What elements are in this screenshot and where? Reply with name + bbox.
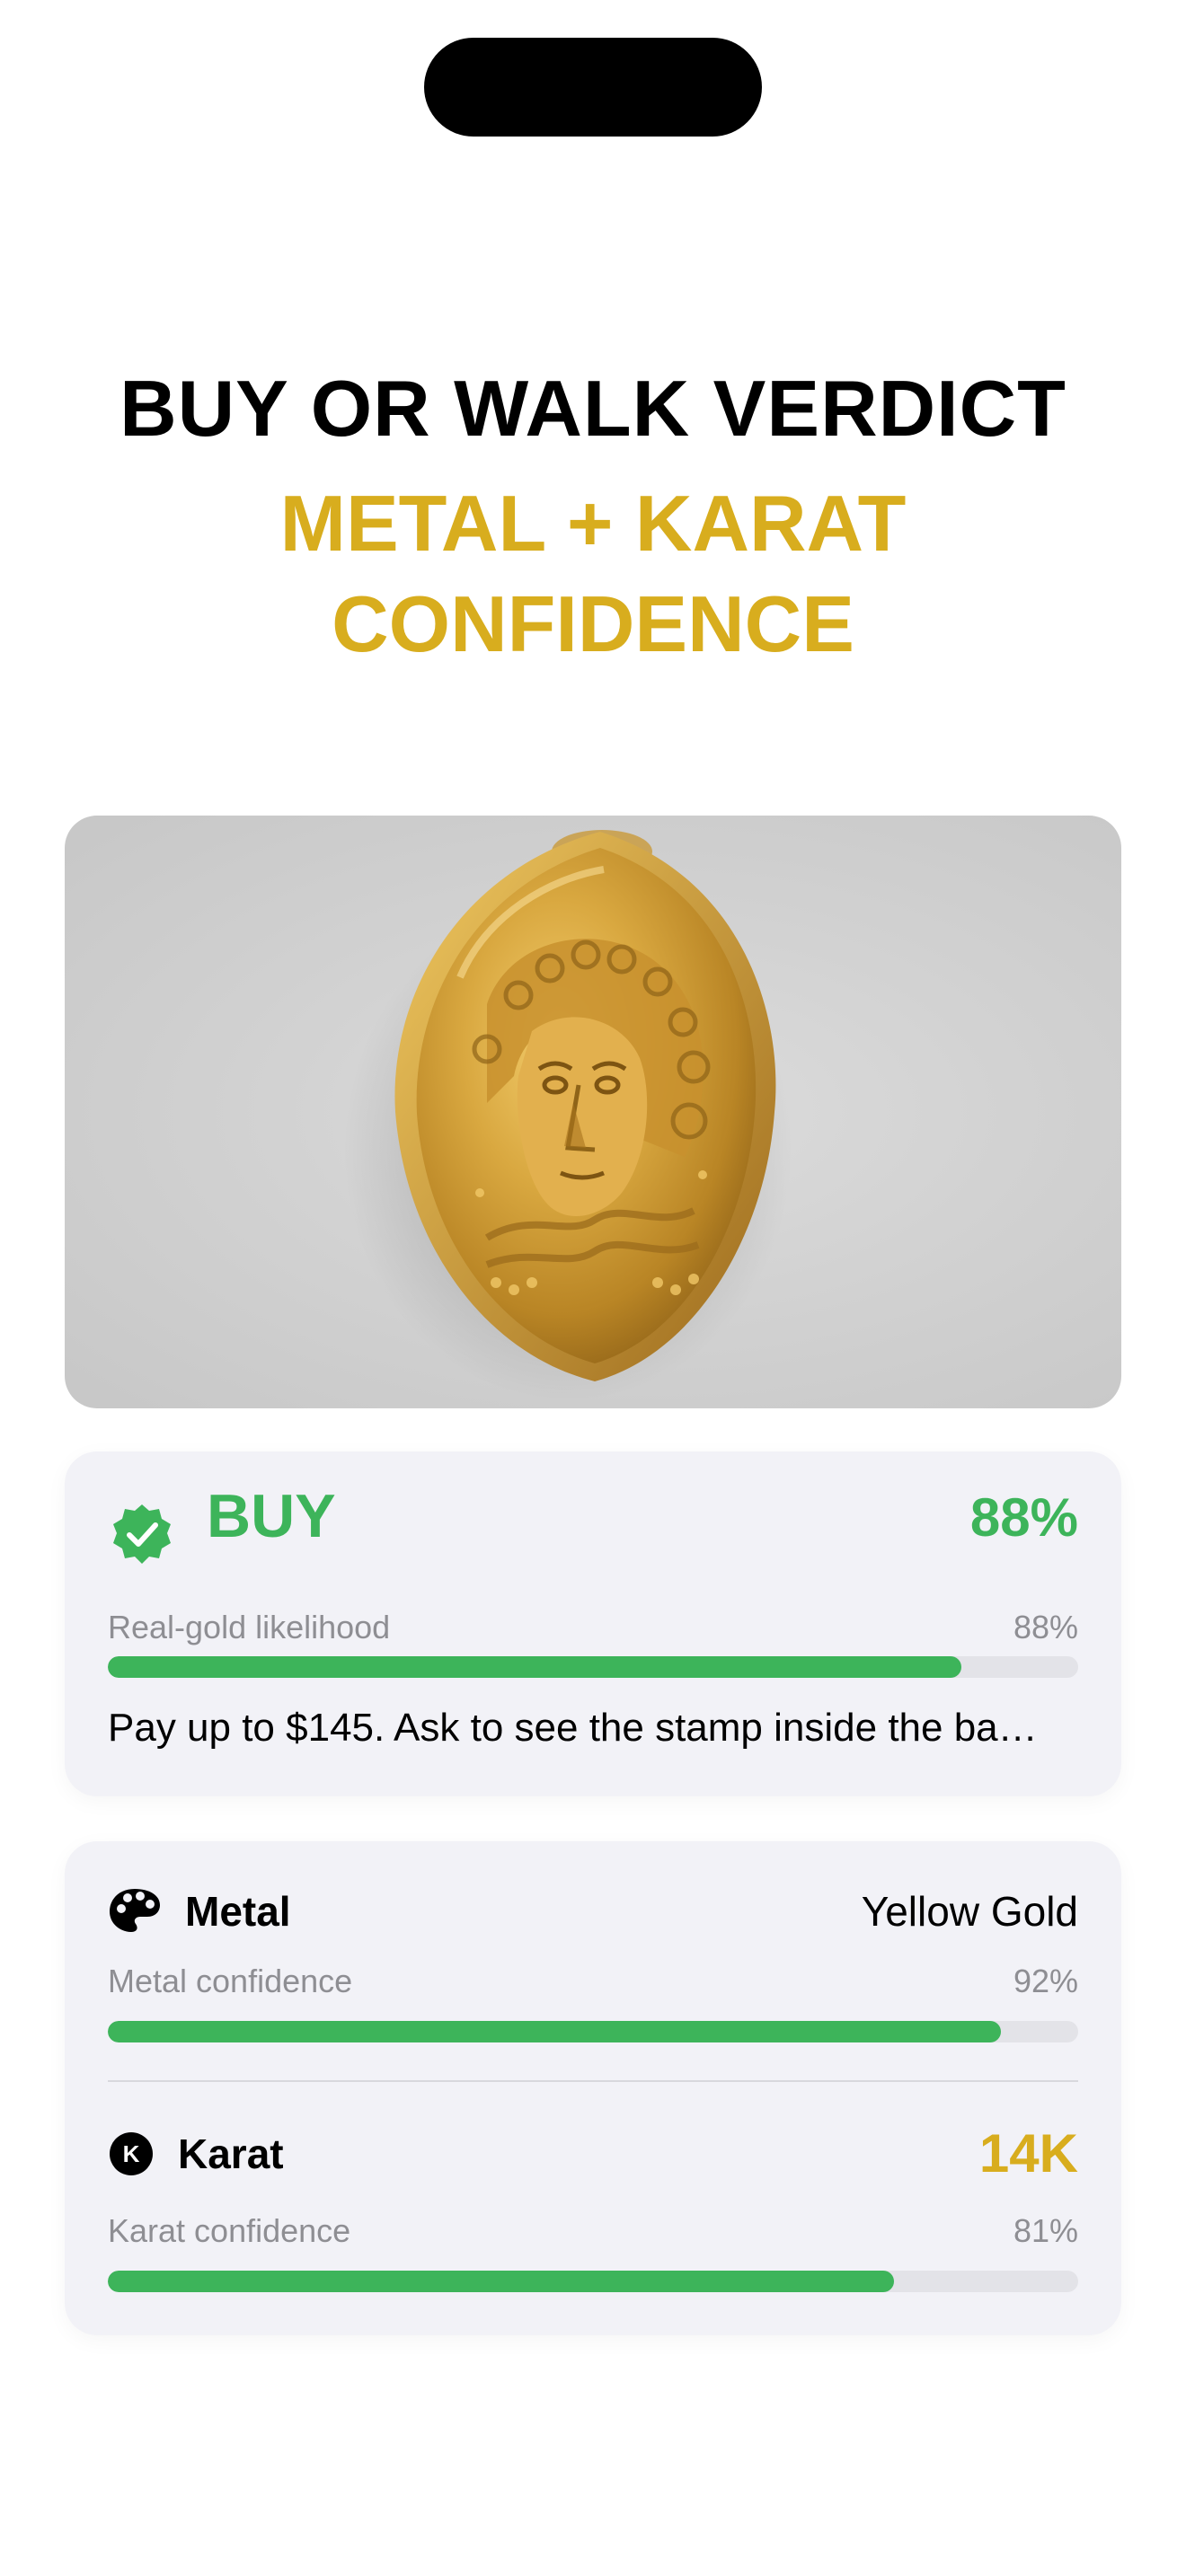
likelihood-progress-bar xyxy=(108,1656,1078,1678)
metal-confidence-fill xyxy=(108,2021,1001,2042)
subtitle-line-1: METAL + KARAT xyxy=(279,479,907,568)
likelihood-progress-fill xyxy=(108,1656,962,1678)
karat-confidence-value: 81% xyxy=(1013,2212,1078,2249)
page-subtitle: METAL + KARAT CONFIDENCE xyxy=(234,473,952,675)
karat-confidence-fill xyxy=(108,2271,894,2292)
subtitle-line-2: CONFIDENCE xyxy=(332,579,854,668)
likelihood-label: Real-gold likelihood xyxy=(108,1609,391,1645)
metal-label: Metal xyxy=(185,1888,291,1935)
metal-confidence-bar xyxy=(108,2021,1078,2042)
dynamic-island xyxy=(424,38,762,137)
karat-confidence-label: Karat confidence xyxy=(108,2212,351,2249)
verified-badge-icon xyxy=(113,1504,171,1564)
verdict-card: BUY 88% Real-gold likelihood 88% Pay up … xyxy=(65,1451,1121,1796)
verdict-advice-text: Pay up to $145. Ask to see the stamp ins… xyxy=(108,1706,1038,1750)
item-photo xyxy=(65,816,1121,1408)
page-title: BUY OR WALK VERDICT xyxy=(119,364,1067,453)
verdict-percent: 88% xyxy=(969,1487,1078,1548)
karat-value: 14K xyxy=(978,2123,1078,2183)
metal-karat-card: Metal Yellow Gold Metal confidence 92% K… xyxy=(65,1841,1121,2335)
gold-ring-image xyxy=(343,830,792,1401)
verdict-label: BUY xyxy=(207,1482,336,1550)
karat-confidence-bar xyxy=(108,2271,1078,2292)
palette-icon xyxy=(110,1889,160,1932)
metal-confidence-value: 92% xyxy=(1013,1963,1078,1999)
metal-confidence-label: Metal confidence xyxy=(108,1963,353,1999)
likelihood-value: 88% xyxy=(1013,1609,1078,1645)
card-divider xyxy=(108,2080,1078,2082)
metal-value: Yellow Gold xyxy=(861,1888,1078,1935)
karat-label: Karat xyxy=(178,2130,284,2177)
karat-badge-icon: K xyxy=(110,2132,153,2175)
verdict-screen: BUY OR WALK VERDICT METAL + KARAT CONFID… xyxy=(0,0,1186,2576)
